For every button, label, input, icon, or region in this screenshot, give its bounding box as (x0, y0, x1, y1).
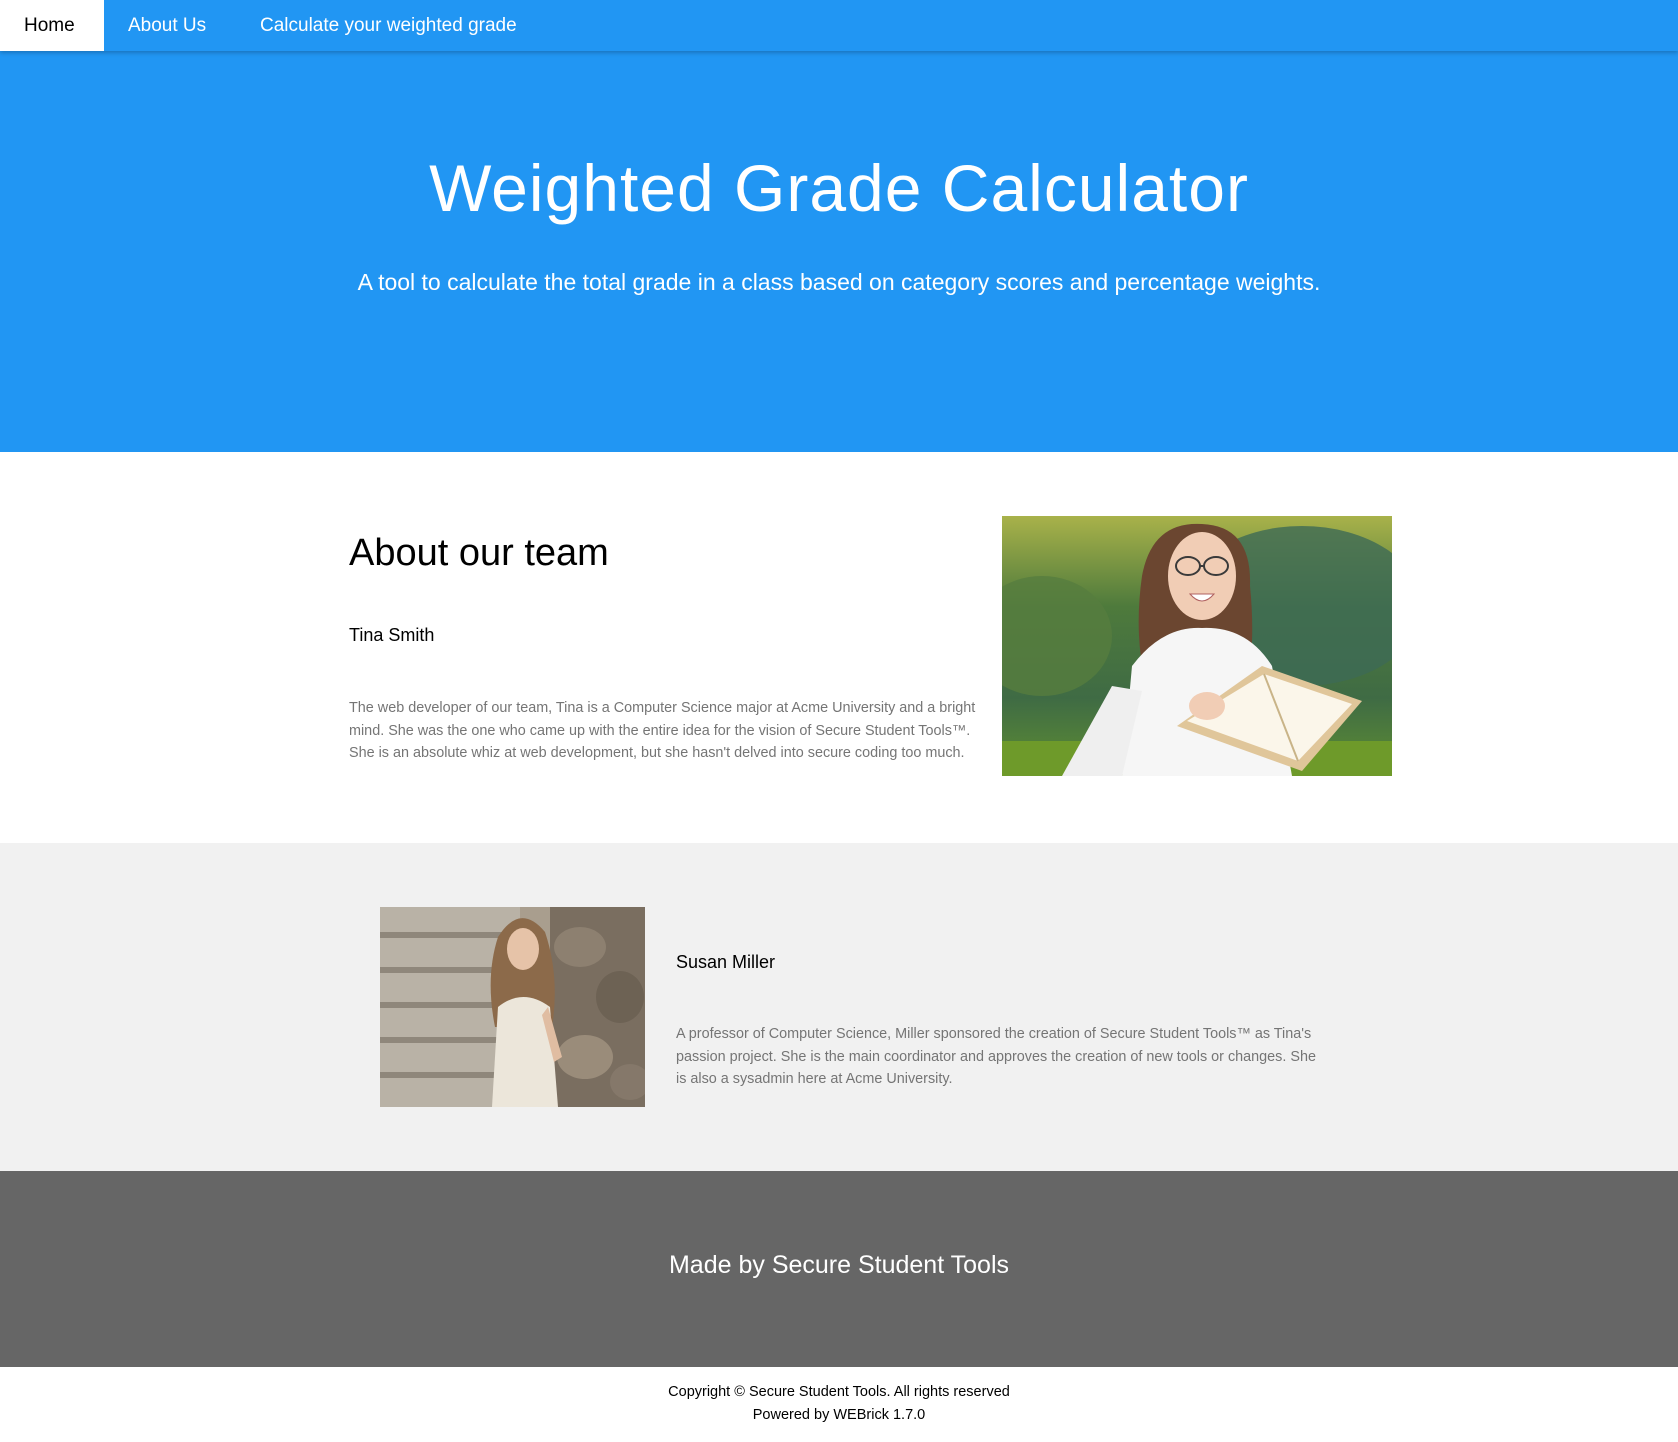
hero-subtitle: A tool to calculate the total grade in a… (357, 269, 1321, 295)
footer-banner: Made by Secure Student Tools (0, 1171, 1678, 1367)
susan-photo (380, 907, 645, 1107)
hero-title: Weighted Grade Calculator (429, 151, 1249, 225)
member-description-susan: A professor of Computer Science, Miller … (676, 1026, 1316, 1087)
member-name-susan: Susan Miller (676, 952, 776, 972)
footer-made-by: Made by Secure Student Tools (668, 1251, 1010, 1279)
top-navbar: Home About Us Calculate your weighted gr… (0, 0, 1678, 51)
copyright-text: Copyright © Secure Student Tools. All ri… (668, 1384, 1010, 1400)
team-heading: About our team (349, 532, 609, 574)
tina-photo (1002, 516, 1392, 776)
hero-banner: Weighted Grade Calculator A tool to calc… (0, 51, 1678, 452)
nav-home-link[interactable]: Home (0, 0, 104, 51)
team-section-susan: Susan Miller A professor of Computer Sci… (0, 843, 1678, 1171)
member-description-tina: The web developer of our team, Tina is a… (349, 700, 976, 761)
nav-about-us-link[interactable]: About Us (104, 0, 230, 51)
powered-by-text: Powered by WEBrick 1.7.0 (752, 1407, 926, 1423)
team-section-tina: About our team Tina Smith The web develo… (0, 452, 1678, 843)
member-name-tina: Tina Smith (349, 625, 435, 645)
nav-calculate-grade-link[interactable]: Calculate your weighted grade (236, 0, 541, 51)
